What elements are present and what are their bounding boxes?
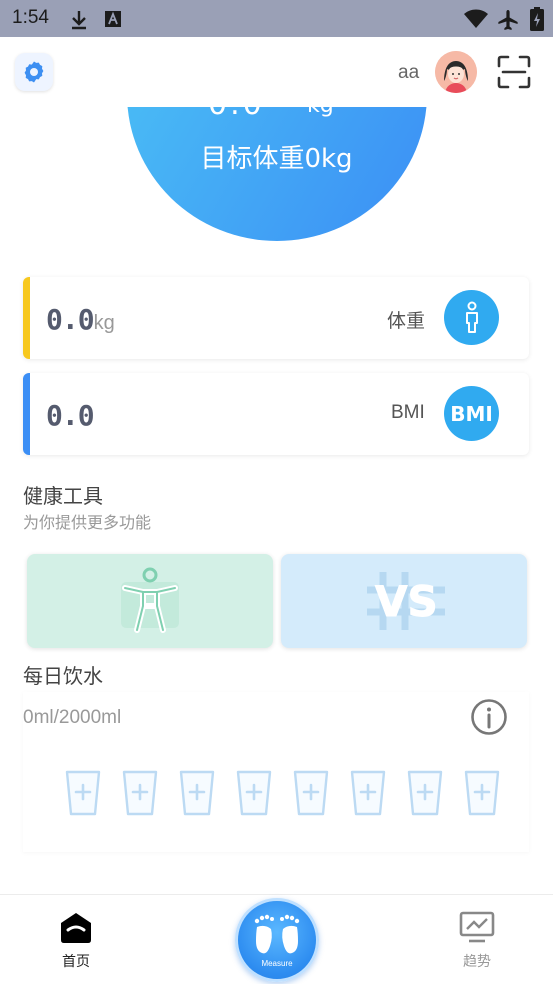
settings-button[interactable]	[15, 53, 53, 91]
weight-card-accent-bar	[23, 277, 30, 359]
current-weight-unit: kg	[307, 107, 334, 118]
home-icon	[61, 913, 91, 943]
vs-label: VS	[375, 577, 438, 626]
water-cup-button[interactable]	[464, 770, 500, 816]
water-cup-button[interactable]	[236, 770, 272, 816]
info-icon[interactable]	[470, 698, 508, 736]
trend-chart-icon	[459, 911, 495, 943]
nav-home[interactable]: 首页	[56, 911, 96, 971]
water-cup-button[interactable]	[293, 770, 329, 816]
user-avatar-icon	[435, 51, 477, 93]
footprints-icon	[254, 914, 300, 954]
health-tools-subtitle: 为你提供更多功能	[23, 513, 152, 532]
status-time: 1:54	[12, 7, 49, 28]
wifi-icon	[464, 9, 488, 28]
bmi-badge: BMI	[444, 386, 499, 441]
gear-icon	[24, 61, 44, 83]
weight-label: 体重	[387, 310, 426, 332]
target-weight-label: 目标体重0kg	[200, 144, 353, 174]
bmi-card[interactable]: 0.0 BMI BMI	[23, 373, 529, 455]
nav-trend[interactable]: 趋势	[456, 911, 498, 971]
weight-badge	[444, 290, 499, 345]
bmi-card-accent-bar	[23, 373, 30, 455]
measure-label: Measure	[261, 959, 293, 968]
health-tools-title: 健康工具	[23, 484, 103, 508]
bmi-value: 0.0	[46, 399, 95, 432]
person-icon	[465, 301, 478, 333]
nav-trend-label: 趋势	[463, 954, 491, 970]
body-analysis-tool[interactable]	[27, 554, 273, 648]
water-cup-button[interactable]	[407, 770, 443, 816]
weight-unit: kg	[93, 312, 115, 334]
weight-value: 0.0kg	[46, 303, 115, 336]
water-cup-button[interactable]	[65, 770, 101, 816]
app-notification-icon	[105, 11, 121, 27]
compare-tool[interactable]: VS	[281, 554, 527, 648]
vs-icon: VS	[367, 572, 445, 630]
nav-home-label: 首页	[62, 954, 90, 970]
measure-button[interactable]: Measure	[235, 898, 319, 982]
water-cup-button[interactable]	[179, 770, 215, 816]
status-bar: 1:54	[0, 0, 553, 37]
avatar[interactable]	[435, 51, 477, 93]
airplane-icon	[498, 10, 518, 30]
current-weight-value: 0.0	[208, 107, 265, 122]
battery-charging-icon	[530, 7, 544, 31]
daily-water-panel: 0ml/2000ml	[23, 692, 529, 852]
download-icon	[72, 11, 86, 30]
body-figure-icon	[121, 567, 179, 633]
bmi-label: BMI	[391, 402, 425, 423]
water-amount: 0ml/2000ml	[23, 707, 122, 728]
water-cup-button[interactable]	[122, 770, 158, 816]
username-label: aa	[398, 62, 420, 83]
daily-water-title: 每日饮水	[23, 664, 103, 688]
weight-card[interactable]: 0.0kg 体重	[23, 277, 529, 359]
scan-button[interactable]	[497, 55, 531, 89]
water-cup-button[interactable]	[350, 770, 386, 816]
top-header: aa	[0, 37, 553, 107]
weight-dial: 0.0 kg 目标体重0kg	[0, 107, 553, 247]
